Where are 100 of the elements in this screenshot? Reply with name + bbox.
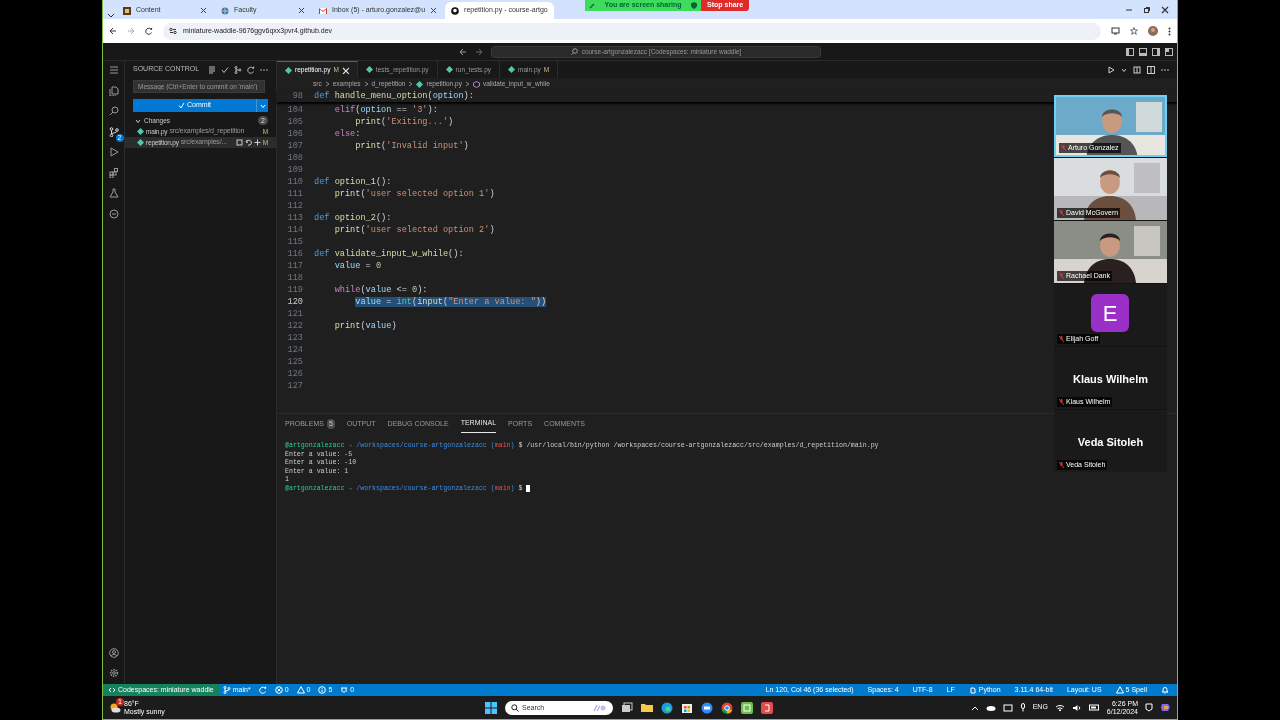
task-view-icon[interactable] [621,701,633,714]
folder-icon[interactable] [641,701,653,714]
restore-icon[interactable] [1143,5,1151,14]
open-file-icon[interactable] [235,139,243,146]
ports-icon [340,686,349,694]
line-number: 120 [286,296,303,308]
python-file-icon [285,66,292,74]
files-icon[interactable] [108,85,119,96]
back-icon[interactable] [459,47,467,56]
shield-icon [691,2,697,9]
copilot-icon[interactable] [1160,702,1171,713]
volume-icon[interactable] [1071,703,1082,712]
line-number: 104 [286,104,303,116]
video-app-icon[interactable] [701,701,713,714]
run-debug-icon[interactable] [108,147,119,158]
customize-layout-icon[interactable] [1165,47,1173,56]
code-line: print('Invalid input') [354,140,469,152]
search-icon [511,703,519,712]
refresh-icon[interactable] [247,65,255,74]
cast-icon[interactable] [1111,27,1120,35]
chevron-up-icon[interactable] [970,704,979,711]
chevron-down-icon [135,117,141,124]
code-line: value = 0 [333,260,382,272]
menu-icon[interactable] [108,65,119,76]
line-number: 111 [286,188,303,200]
line-number: 109 [286,164,303,176]
code-line: def handle_menu_option(option): [314,90,474,102]
settings-icon[interactable] [108,667,119,678]
muted-mic-icon [1059,461,1064,468]
view-as-list-icon[interactable] [208,65,216,74]
source-control-icon[interactable] [108,126,119,137]
code-line: def option_2(): [314,212,392,224]
site-settings-icon [169,27,177,35]
code-line: else: [333,128,361,140]
warning-icon [296,686,305,694]
remote-icon [108,686,116,694]
close-icon[interactable] [298,7,305,14]
code-line: def validate_input_w_while(): [314,248,464,260]
chevron-down-icon [259,102,266,109]
split-editor-icon[interactable] [1147,65,1155,74]
chevron-right-icon [363,81,369,87]
close-icon[interactable] [430,7,438,14]
stage-icon[interactable] [253,139,261,146]
remote-explorer-icon[interactable] [108,208,119,219]
python-file-icon [445,66,453,73]
flask-icon[interactable] [108,188,119,199]
code-line: print('Exiting...') [354,116,454,128]
mail-icon [319,6,327,15]
line-number: 118 [286,272,303,284]
graph-icon[interactable] [234,65,242,74]
line-number: 114 [286,224,303,236]
check-icon [177,102,185,109]
back-icon[interactable] [109,27,117,35]
more-icon[interactable] [1168,26,1171,36]
battery-icon[interactable] [1088,704,1100,711]
close-icon[interactable] [200,7,207,14]
line-number: 125 [286,356,303,368]
muted-mic-icon [1059,209,1064,216]
participant-display-name: Veda Sitoleh [1076,435,1145,450]
reload-icon[interactable] [145,27,153,35]
cloud-icon[interactable] [985,704,996,711]
display-icon[interactable] [1002,703,1013,712]
chrome-icon[interactable] [721,701,733,714]
avatar: E [1091,294,1129,332]
commit-options-button[interactable] [256,99,268,112]
microphone-icon[interactable] [1019,703,1026,712]
discard-icon[interactable] [244,139,252,146]
site-icon [123,6,131,15]
muted-mic-icon [1059,335,1064,342]
muted-mic-icon [1061,144,1066,151]
line-number: 121 [286,308,303,320]
toggle-sidebar-icon[interactable] [1126,47,1134,56]
store-icon[interactable] [681,701,693,714]
chevron-down-icon[interactable] [107,11,115,19]
participant-display-name: Klaus Wilhelm [1071,372,1150,387]
chevron-down-icon[interactable] [1121,66,1127,73]
star-icon[interactable] [1130,27,1138,35]
wifi-icon[interactable] [1054,703,1065,712]
line-number: 98 [291,90,303,102]
run-icon[interactable] [1108,65,1115,74]
toggle-secondary-sidebar-icon[interactable] [1152,47,1160,56]
line-number: 123 [286,332,303,344]
info-icon [318,686,327,694]
recorder-app-icon[interactable] [741,701,753,714]
close-icon[interactable] [1161,5,1169,14]
search-icon[interactable] [108,106,119,117]
account-icon[interactable] [108,647,119,658]
python-file-icon [508,66,516,73]
line-number: 107 [286,140,303,152]
compare-changes-icon[interactable] [1133,65,1141,74]
sync-icon [258,686,267,694]
commit-check-icon[interactable] [221,65,229,74]
forward-icon[interactable] [475,47,483,56]
line-number: 110 [286,176,303,188]
start-button-icon[interactable] [485,701,497,714]
edge-browser-icon[interactable] [661,701,673,714]
profile-avatar-icon[interactable] [1148,26,1158,36]
app-icon[interactable] [761,701,773,714]
toggle-panel-icon[interactable] [1139,47,1147,56]
extensions-icon[interactable] [108,167,119,178]
